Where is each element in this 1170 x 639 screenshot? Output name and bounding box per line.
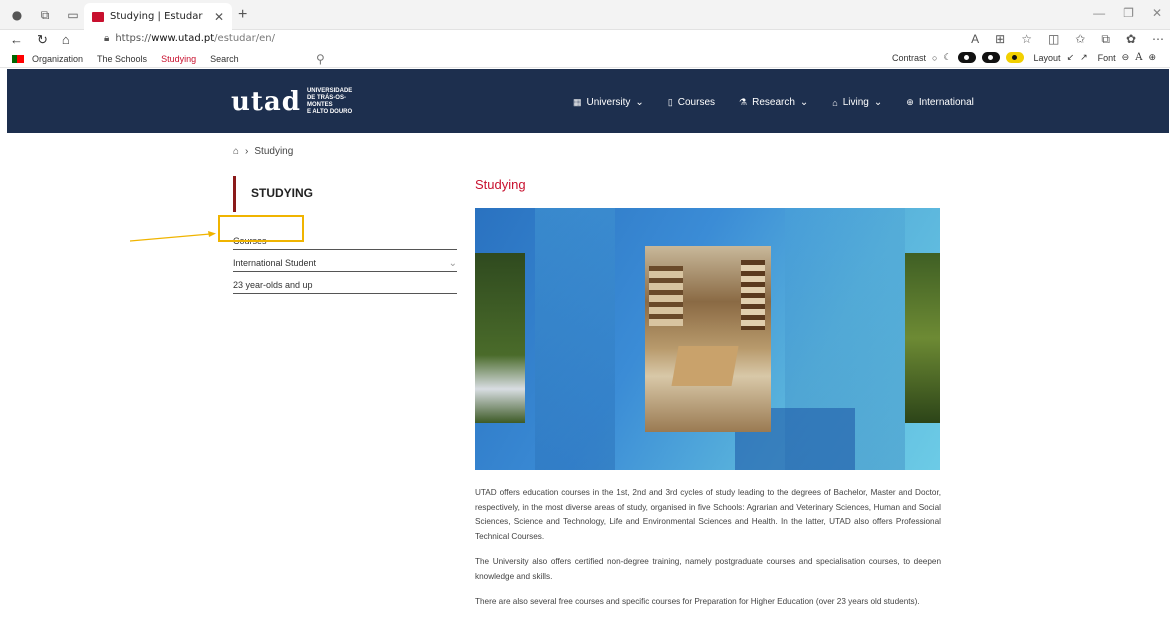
contrast-black-white-toggle[interactable]: [981, 52, 1000, 63]
nav-label: Living: [842, 97, 869, 108]
lock-icon: 🔒︎: [104, 33, 110, 44]
minimize-icon[interactable]: —: [1093, 6, 1105, 20]
browser-tab-strip: ● ⧉ ▭ Studying | Estudar ✕ + — ❐ ✕: [0, 0, 1170, 30]
flask-icon: ⚗: [739, 97, 748, 107]
book-icon: ▯: [667, 97, 673, 107]
site-favicon: [92, 11, 104, 22]
content-paragraph: There are also several free courses and …: [475, 597, 920, 606]
utad-logo[interactable]: utad UNIVERSIDADE DE TRÁS-OS-MONTES E AL…: [231, 87, 367, 117]
house-icon: ⌂: [832, 97, 838, 108]
shrink-icon[interactable]: ↙: [1067, 52, 1075, 63]
sidebar-title: STUDYING: [233, 176, 457, 212]
read-aloud-icon[interactable]: A: [971, 32, 979, 47]
nav-university[interactable]: ▦ University ⌄: [573, 97, 644, 108]
breadcrumb-separator: ›: [245, 146, 249, 157]
logo-wordmark: utad: [231, 87, 301, 117]
nav-label: Courses: [677, 97, 716, 108]
nav-label: Research: [752, 97, 795, 108]
hero-image: [475, 208, 940, 470]
breadcrumb: ⌂ › Studying: [233, 146, 293, 157]
font-decrease-icon[interactable]: ⊖: [1122, 52, 1130, 63]
expand-icon[interactable]: ↗: [1080, 52, 1088, 63]
close-tab-icon[interactable]: ✕: [214, 10, 224, 24]
profile-icon[interactable]: ●: [10, 8, 24, 22]
new-tab-icon[interactable]: +: [238, 6, 247, 24]
nav-courses[interactable]: ▯ Courses: [668, 97, 715, 108]
util-link-organization[interactable]: Organization: [32, 54, 83, 64]
logo-subtitle: UNIVERSIDADE DE TRÁS-OS-MONTES E ALTO DO…: [307, 88, 367, 116]
building-icon: ▦: [573, 97, 582, 107]
search-icon[interactable]: ⚲: [316, 52, 325, 66]
sidebar-item-international-student[interactable]: International Student ⌄: [233, 250, 457, 272]
favorite-star-icon[interactable]: ☆: [1021, 32, 1032, 47]
back-icon[interactable]: ←: [10, 32, 23, 48]
workspaces-icon[interactable]: ⧉: [38, 8, 52, 22]
home-icon[interactable]: ⌂: [62, 32, 70, 48]
chevron-down-icon: ⌄: [873, 97, 883, 108]
hero-left-photo: [475, 253, 525, 423]
extensions-icon[interactable]: ✿: [1126, 32, 1136, 47]
accessibility-controls: Contrast ○ ☾ Layout ↙ ↗ Font ⊖ A ⊕: [892, 52, 1156, 63]
split-screen-icon[interactable]: ◫: [1048, 32, 1059, 47]
page-title: Studying: [475, 177, 526, 192]
tab-actions-icon[interactable]: ▭: [66, 8, 80, 22]
url-field[interactable]: 🔒︎ https://www.utad.pt/estudar/en/: [104, 33, 275, 44]
app-icon[interactable]: ⊞: [995, 32, 1005, 47]
util-link-schools[interactable]: The Schools: [97, 54, 147, 64]
portugal-flag-icon[interactable]: [12, 54, 24, 63]
home-icon[interactable]: ⌂: [233, 146, 239, 157]
site-utility-bar: Organization The Schools Studying Search…: [0, 50, 1170, 68]
url-host: www.utad.pt: [151, 33, 215, 44]
util-link-studying[interactable]: Studying: [161, 54, 196, 64]
sidebar-item-label: 23 year-olds and up: [233, 280, 313, 290]
contrast-dark-icon[interactable]: ☾: [943, 52, 951, 63]
favorites-icon[interactable]: ✩: [1075, 32, 1085, 47]
contrast-yellow-toggle[interactable]: [1005, 52, 1024, 63]
restore-icon[interactable]: ❐: [1123, 6, 1134, 20]
hero-right-photo: [905, 253, 940, 423]
content-paragraph: UTAD offers education courses in the 1st…: [475, 488, 941, 541]
hero-library-photo: [645, 246, 771, 432]
contrast-normal-icon[interactable]: ○: [932, 53, 937, 63]
layout-label: Layout: [1033, 52, 1061, 63]
logo-sub-line-3: E ALTO DOURO: [306, 109, 353, 115]
breadcrumb-current: Studying: [254, 146, 294, 157]
nav-international[interactable]: ⊕ International: [906, 97, 974, 108]
nav-label: International: [918, 97, 974, 108]
collections-icon[interactable]: ⧉: [1101, 32, 1110, 47]
contrast-label: Contrast: [892, 52, 927, 63]
annotation-highlight-box: [218, 215, 304, 242]
url-path: /estudar/en/: [214, 33, 275, 44]
font-increase-icon[interactable]: ⊕: [1148, 52, 1156, 63]
sidebar-item-23-year-olds[interactable]: 23 year-olds and up: [233, 272, 457, 294]
font-label: Font: [1097, 52, 1116, 63]
nav-living[interactable]: ⌂ Living ⌄: [832, 97, 882, 108]
logo-sub-line-2: DE TRÁS-OS-MONTES: [306, 95, 346, 108]
tab-title: Studying | Estudar: [110, 11, 203, 22]
annotation-arrow: [130, 231, 216, 242]
address-bar: ← ↻ ⌂ 🔒︎ https://www.utad.pt/estudar/en/…: [0, 30, 1170, 50]
contrast-black-toggle[interactable]: [957, 52, 976, 63]
chevron-down-icon: ⌄: [635, 97, 644, 108]
font-size-letter[interactable]: A: [1135, 52, 1142, 63]
nav-research[interactable]: ⚗ Research ⌄: [739, 97, 808, 108]
util-link-search[interactable]: Search: [210, 54, 239, 64]
logo-sub-line-1: UNIVERSIDADE: [306, 88, 353, 94]
browser-tab[interactable]: Studying | Estudar ✕: [84, 3, 232, 30]
refresh-icon[interactable]: ↻: [37, 32, 48, 48]
site-header: utad UNIVERSIDADE DE TRÁS-OS-MONTES E AL…: [7, 69, 1169, 133]
sidebar-item-label: International Student: [233, 258, 317, 268]
main-nav: ▦ University ⌄ ▯ Courses ⚗ Research ⌄ ⌂ …: [573, 97, 974, 108]
url-scheme: https://: [115, 33, 152, 44]
more-icon[interactable]: ⋯: [1152, 32, 1164, 47]
content-paragraph: The University also offers certified non…: [475, 557, 941, 581]
chevron-down-icon: ⌄: [799, 97, 809, 108]
close-window-icon[interactable]: ✕: [1152, 6, 1162, 20]
globe-icon: ⊕: [906, 97, 914, 107]
nav-label: University: [586, 97, 631, 108]
chevron-down-icon[interactable]: ⌄: [449, 258, 457, 269]
